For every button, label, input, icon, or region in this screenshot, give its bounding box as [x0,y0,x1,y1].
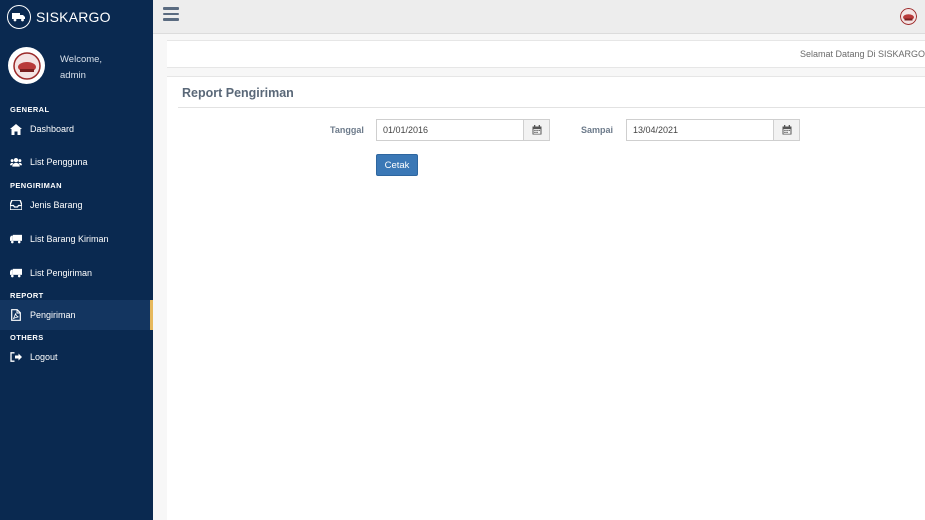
calendar-icon[interactable] [773,120,799,140]
home-icon [10,123,22,135]
section-general: GENERAL [10,105,50,114]
cetak-button[interactable]: Cetak [376,154,418,176]
brand-name: SISKARGO [36,9,111,25]
calendar-icon[interactable] [523,120,549,140]
sidebar-item-label: List Pengguna [30,157,88,167]
sign-out-icon [10,351,22,363]
sidebar-item-label: Dashboard [30,124,75,134]
sidebar-item-dashboard[interactable]: Dashboard [0,115,153,143]
greeting-text: Selamat Datang Di SISKARGO [799,49,925,59]
sidebar-item-label: List Barang Kiriman [30,234,109,244]
brand[interactable]: SISKARGO [0,0,153,34]
inbox-icon [10,199,22,211]
to-date-group [626,119,800,141]
topbar [153,0,925,34]
profile: Welcome, admin [0,34,153,106]
to-date-label: Sampai [581,125,614,135]
greeting-bar: Selamat Datang Di SISKARGO [167,40,925,68]
sidebar-item-pengiriman-report[interactable]: Pengiriman [0,300,153,330]
divider [178,107,925,108]
to-date-input[interactable] [627,120,773,140]
username: admin [60,70,86,81]
truck-icon [7,5,31,29]
sidebar-item-label: Jenis Barang [30,200,83,210]
truck-icon [10,267,22,279]
avatar [8,47,45,84]
sidebar: SISKARGO Welcome, admin GENERAL Dashboar… [0,0,153,520]
section-others: OTHERS [10,333,44,342]
sidebar-item-jenis-barang[interactable]: Jenis Barang [0,191,153,219]
from-date-label: Tanggal [330,125,364,135]
from-date-input[interactable] [377,120,523,140]
sidebar-item-list-pengguna[interactable]: List Pengguna [0,148,153,176]
sidebar-item-list-pengiriman[interactable]: List Pengiriman [0,259,153,287]
report-panel: Report Pengiriman Tanggal Sampai Cetak [167,76,925,520]
menu-toggle-icon[interactable] [163,7,179,21]
sidebar-item-logout[interactable]: Logout [0,343,153,371]
users-icon [10,156,22,168]
sidebar-item-label: Logout [30,352,58,362]
sidebar-item-label: List Pengiriman [30,268,93,278]
page-title: Report Pengiriman [182,86,294,100]
welcome-text: Welcome, [60,54,103,65]
section-pengiriman: PENGIRIMAN [10,181,62,190]
sidebar-item-list-barang-kiriman[interactable]: List Barang Kiriman [0,225,153,253]
truck-icon [10,233,22,245]
pdf-file-icon [10,309,22,321]
user-avatar[interactable] [900,8,917,25]
from-date-group [376,119,550,141]
section-report: REPORT [10,291,44,300]
sidebar-item-label: Pengiriman [30,310,76,320]
